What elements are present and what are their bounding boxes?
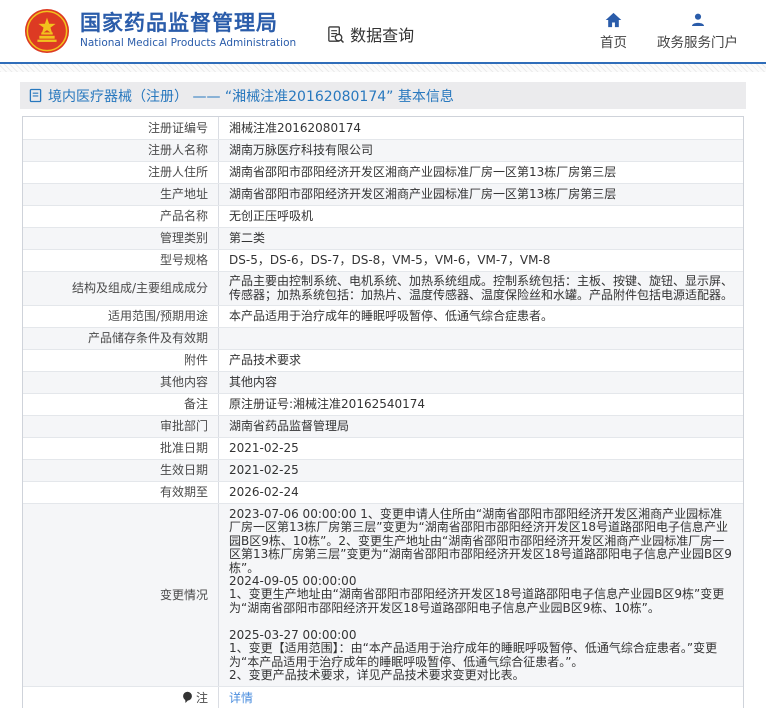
row-label: 管理类别 — [23, 228, 219, 249]
row-value: 第二类 — [219, 228, 743, 249]
row-label: 注册证编号 — [23, 117, 219, 139]
row-label: 附件 — [23, 350, 219, 371]
note-label-text: 注 — [196, 691, 208, 705]
row-label: 注册人住所 — [23, 162, 219, 183]
user-icon — [690, 12, 706, 28]
table-row: 产品名称无创正压呼吸机 — [23, 205, 743, 227]
details-link[interactable]: 详情 — [229, 691, 253, 705]
table-row: 有效期至2026-02-24 — [23, 481, 743, 503]
row-value: 湖南省药品监督管理局 — [219, 416, 743, 437]
table-row: 审批部门湖南省药品监督管理局 — [23, 415, 743, 437]
table-row: 生效日期2021-02-25 — [23, 459, 743, 481]
row-value-change-history: 2023-07-06 00:00:00 1、变更申请人住所由“湖南省邵阳市邵阳经… — [219, 504, 743, 687]
nav-home-label: 首页 — [600, 31, 627, 51]
row-label: 变更情况 — [23, 504, 219, 687]
row-value: 2021-02-25 — [219, 460, 743, 481]
data-query-nav[interactable]: 数据查询 — [326, 22, 414, 46]
row-value: 湖南省邵阳市邵阳经济开发区湘商产业园标准厂房一区第13栋厂房第三层 — [219, 184, 743, 205]
table-row: 适用范围/预期用途本产品适用于治疗成年的睡眠呼吸暂停、低通气综合症患者。 — [23, 305, 743, 327]
table-row: 备注原注册证号:湘械注准20162540174 — [23, 393, 743, 415]
document-icon — [29, 88, 42, 103]
page: 国家药品监督管理局 National Medical Products Admi… — [0, 0, 766, 708]
data-query-label: 数据查询 — [350, 22, 414, 46]
table-row: 其他内容其他内容 — [23, 371, 743, 393]
row-label: 产品储存条件及有效期 — [23, 328, 219, 349]
row-value: 2026-02-24 — [219, 482, 743, 503]
row-label: 注册人名称 — [23, 140, 219, 161]
row-value: 本产品适用于治疗成年的睡眠呼吸暂停、低通气综合症患者。 — [219, 306, 743, 327]
table-row: 附件产品技术要求 — [23, 349, 743, 371]
table-row: 结构及组成/主要组成成分产品主要由控制系统、电机系统、加热系统组成。控制系统包括… — [23, 271, 743, 305]
row-value: 其他内容 — [219, 372, 743, 393]
row-label: 备注 — [23, 394, 219, 415]
site-header: 国家药品监督管理局 National Medical Products Admi… — [0, 0, 766, 62]
table-row: 型号规格DS-5，DS-6，DS-7，DS-8，VM-5，VM-6，VM-7，V… — [23, 249, 743, 271]
row-label: 审批部门 — [23, 416, 219, 437]
table-row: 产品储存条件及有效期 — [23, 327, 743, 349]
row-label: 型号规格 — [23, 250, 219, 271]
row-value: DS-5，DS-6，DS-7，DS-8，VM-5，VM-6，VM-7，VM-8 — [219, 250, 743, 271]
table-row: 注册人住所湖南省邵阳市邵阳经济开发区湘商产业园标准厂房一区第13栋厂房第三层 — [23, 161, 743, 183]
site-title-block: 国家药品监督管理局 National Medical Products Admi… — [80, 12, 296, 50]
speech-balloon-icon — [182, 691, 193, 704]
table-row: 管理类别第二类 — [23, 227, 743, 249]
row-value: 湖南万脉医疗科技有限公司 — [219, 140, 743, 161]
row-label: 产品名称 — [23, 206, 219, 227]
nav-item-portal[interactable]: 政务服务门户 — [657, 12, 738, 51]
row-value — [219, 328, 743, 349]
table-row: 批准日期2021-02-25 — [23, 437, 743, 459]
nav-portal-label: 政务服务门户 — [657, 31, 738, 51]
table-row: 注册证编号湘械注准20162080174 — [23, 117, 743, 139]
site-subtitle: National Medical Products Administration — [80, 38, 296, 50]
row-value: 详情 — [219, 687, 743, 708]
row-label: 结构及组成/主要组成成分 — [23, 272, 219, 305]
top-nav: 首页 政务服务门户 — [600, 12, 744, 51]
row-label: 注 — [23, 687, 219, 708]
breadcrumb-text: 境内医疗器械（注册） —— “湘械注准20162080174” 基本信息 — [48, 86, 454, 106]
decorative-hatch-band — [0, 64, 766, 72]
row-value: 2021-02-25 — [219, 438, 743, 459]
row-label: 生产地址 — [23, 184, 219, 205]
national-emblem-logo — [24, 8, 70, 54]
row-value: 原注册证号:湘械注准20162540174 — [219, 394, 743, 415]
row-label: 有效期至 — [23, 482, 219, 503]
table-row: 注册人名称湖南万脉医疗科技有限公司 — [23, 139, 743, 161]
table-row: 生产地址湖南省邵阳市邵阳经济开发区湘商产业园标准厂房一区第13栋厂房第三层 — [23, 183, 743, 205]
row-label: 适用范围/预期用途 — [23, 306, 219, 327]
registration-info-table: 注册证编号湘械注准20162080174 注册人名称湖南万脉医疗科技有限公司 注… — [22, 116, 744, 708]
row-value: 产品技术要求 — [219, 350, 743, 371]
row-label: 生效日期 — [23, 460, 219, 481]
row-value: 湘械注准20162080174 — [219, 117, 743, 139]
row-value: 无创正压呼吸机 — [219, 206, 743, 227]
row-label: 批准日期 — [23, 438, 219, 459]
row-value: 湖南省邵阳市邵阳经济开发区湘商产业园标准厂房一区第13栋厂房第三层 — [219, 162, 743, 183]
document-search-icon — [326, 25, 345, 44]
row-label: 其他内容 — [23, 372, 219, 393]
table-row-note: 注 详情 — [23, 686, 743, 708]
table-row-change-history: 变更情况2023-07-06 00:00:00 1、变更申请人住所由“湖南省邵阳… — [23, 503, 743, 687]
breadcrumb: 境内医疗器械（注册） —— “湘械注准20162080174” 基本信息 — [20, 82, 746, 109]
row-value: 产品主要由控制系统、电机系统、加热系统组成。控制系统包括：主板、按键、旋钮、显示… — [219, 272, 743, 305]
home-icon — [605, 12, 622, 28]
site-title: 国家药品监督管理局 — [80, 12, 296, 35]
nav-item-home[interactable]: 首页 — [600, 12, 627, 51]
